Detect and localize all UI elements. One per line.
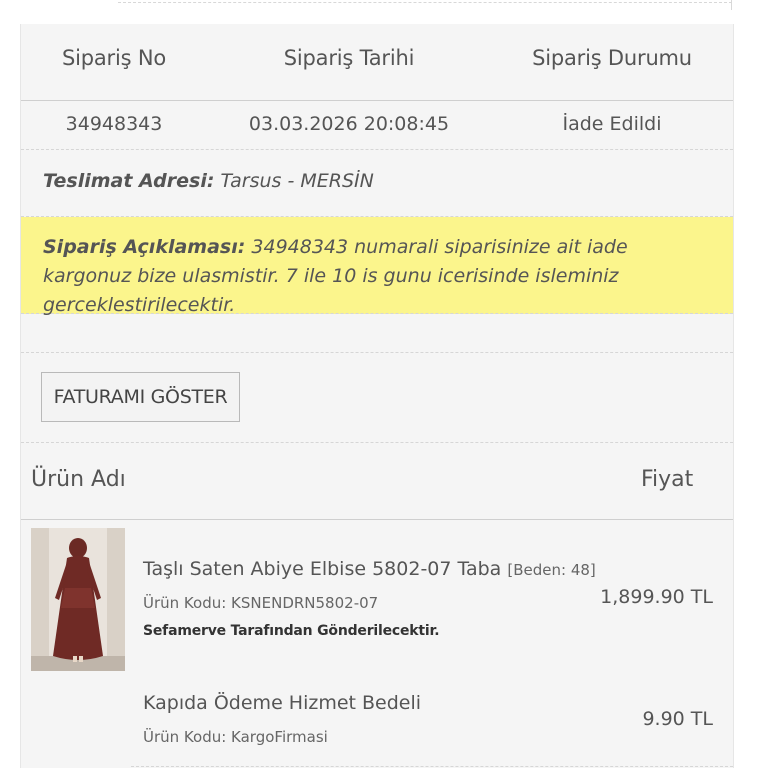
header-order-no: Sipariş No xyxy=(61,46,166,70)
order-table-row: 34948343 03.03.2026 20:08:45 İade Edildi xyxy=(21,101,733,150)
spacer-row xyxy=(21,314,733,353)
delivery-address: Teslimat Adresi: Tarsus - MERSİN xyxy=(43,170,374,192)
product-row: Kapıda Ödeme Hizmet Bedeli Ürün Kodu: Ka… xyxy=(21,680,733,768)
delivery-address-row: Teslimat Adresi: Tarsus - MERSİN xyxy=(21,150,733,217)
product-title[interactable]: Taşlı Saten Abiye Elbise 5802-07 Taba [B… xyxy=(143,558,596,580)
order-note-box: Sipariş Açıklaması: 34948343 numarali si… xyxy=(21,217,733,316)
order-date-value: 03.03.2026 20:08:45 xyxy=(248,113,450,135)
service-fee-code: Ürün Kodu: KargoFirmasi xyxy=(143,728,328,746)
order-table-header: Sipariş No Sipariş Tarihi Sipariş Durumu xyxy=(21,24,733,101)
header-product-name: Ürün Adı xyxy=(31,467,126,492)
order-no-value: 34948343 xyxy=(65,113,163,135)
top-strip xyxy=(0,0,768,24)
shipping-info: Sefamerve Tarafından Gönderilecektir. xyxy=(143,623,440,639)
dress-photo-icon xyxy=(31,528,125,671)
order-status-value: İade Edildi xyxy=(562,113,662,135)
product-table-header: Ürün Adı Fiyat xyxy=(21,443,733,520)
product-name: Taşlı Saten Abiye Elbise 5802-07 Taba xyxy=(143,558,502,580)
service-fee-price: 9.90 TL xyxy=(642,708,713,730)
order-note: Sipariş Açıklaması: 34948343 numarali si… xyxy=(43,233,683,320)
product-price: 1,899.90 TL xyxy=(600,586,713,608)
divider xyxy=(131,766,733,767)
header-order-status: Sipariş Durumu xyxy=(532,46,692,70)
service-fee-title: Kapıda Ödeme Hizmet Bedeli xyxy=(143,692,422,714)
product-code: Ürün Kodu: KSNENDRN5802-07 xyxy=(143,594,379,612)
product-size: [Beden: 48] xyxy=(507,561,596,579)
delivery-address-label: Teslimat Adresi: xyxy=(43,170,215,192)
product-row: Taşlı Saten Abiye Elbise 5802-07 Taba [B… xyxy=(21,520,733,680)
header-price: Fiyat xyxy=(641,467,694,492)
divider xyxy=(118,2,732,3)
order-note-label: Sipariş Açıklaması: xyxy=(43,236,246,258)
show-invoice-button[interactable]: FATURAMI GÖSTER xyxy=(41,372,240,422)
divider xyxy=(731,0,732,10)
order-detail-panel: Sipariş No Sipariş Tarihi Sipariş Durumu… xyxy=(20,24,734,768)
header-order-date: Sipariş Tarihi xyxy=(283,46,415,70)
delivery-address-value: Tarsus - MERSİN xyxy=(220,170,374,192)
product-thumbnail[interactable] xyxy=(31,528,125,671)
